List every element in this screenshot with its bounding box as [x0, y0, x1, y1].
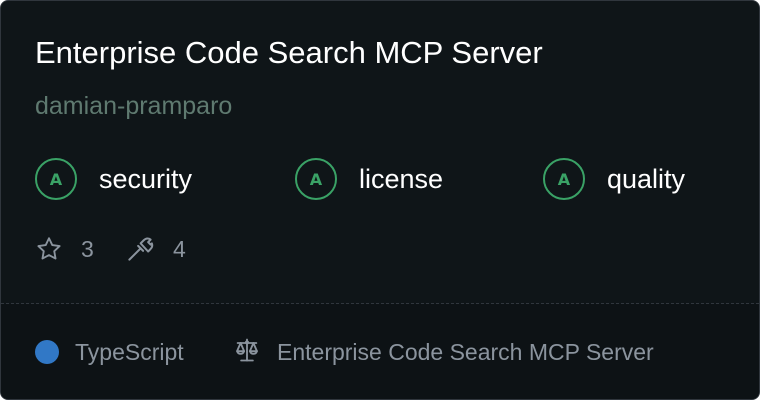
grade-label: license [359, 163, 444, 194]
grade-license[interactable]: A license [295, 156, 443, 202]
hammer-icon [125, 234, 155, 264]
grade-letter: A [49, 169, 63, 189]
scale-icon [233, 336, 261, 369]
tools-stat[interactable]: 4 [125, 231, 186, 267]
card-footer: TypeScript Enterprise Code Search MCP Se… [1, 304, 759, 399]
grade-quality[interactable]: A quality [543, 156, 685, 202]
card-title[interactable]: Enterprise Code Search MCP Server [35, 33, 543, 73]
license-label: Enterprise Code Search MCP Server [277, 338, 654, 365]
star-icon [35, 235, 63, 263]
language-label: TypeScript [75, 338, 184, 365]
grade-security[interactable]: A security [35, 156, 192, 202]
grade-badge: A [35, 158, 77, 200]
card-author[interactable]: damian-pramparo [35, 89, 232, 123]
tools-count: 4 [173, 235, 186, 262]
stars-stat[interactable]: 3 [35, 231, 94, 267]
grade-letter: A [557, 169, 571, 189]
language-color-dot [35, 340, 59, 364]
stars-count: 3 [81, 235, 94, 262]
grade-badge: A [543, 158, 585, 200]
language-tag: TypeScript [35, 336, 184, 368]
grade-label: quality [607, 163, 686, 194]
grade-letter: A [309, 169, 323, 189]
grade-label: security [99, 163, 193, 194]
grade-badge: A [295, 158, 337, 200]
license-tag: Enterprise Code Search MCP Server [233, 336, 654, 368]
server-card[interactable]: Enterprise Code Search MCP Server damian… [0, 0, 760, 400]
card-body: Enterprise Code Search MCP Server damian… [1, 1, 759, 303]
